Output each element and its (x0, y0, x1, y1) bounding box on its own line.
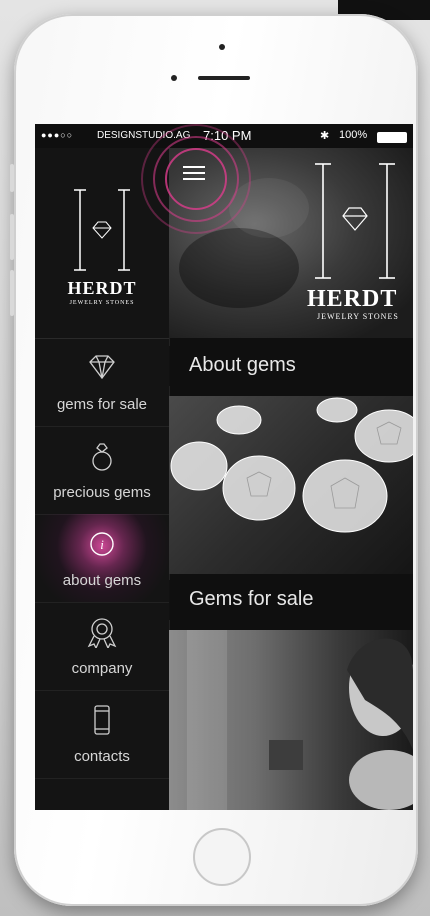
section-title-text: Gems for sale (189, 588, 314, 610)
sidebar: HERDT JEWELRY STONES gems for sale preci… (35, 148, 170, 810)
sidebar-item-label: gems for sale (56, 396, 148, 413)
battery-icon (377, 132, 407, 143)
sidebar-item-label: contacts (74, 748, 130, 765)
signal-icon: ●●●○○ (41, 130, 74, 140)
ring-icon (92, 443, 112, 471)
hero-brand-tagline: JEWELRY STONES (317, 312, 399, 321)
hero-brand-name: HERDT (307, 286, 398, 312)
sidebar-item-label: company (71, 660, 133, 677)
sidebar-item-about-gems[interactable]: i about gems (35, 514, 169, 603)
section-gems-for-sale-title[interactable]: Gems for sale (169, 580, 413, 620)
sidebar-item-label: precious gems (53, 484, 151, 501)
svg-text:i: i (100, 537, 104, 552)
brand-tagline: JEWELRY STONES (69, 300, 135, 306)
volume-up-button (10, 214, 14, 260)
gems-illustration (170, 397, 413, 533)
section-about-gems-title[interactable]: About gems (169, 346, 413, 386)
award-ribbon-icon (87, 618, 117, 648)
home-button[interactable] (193, 828, 251, 886)
phone-icon (94, 705, 110, 735)
sidebar-item-company[interactable]: company (35, 602, 169, 691)
front-camera (171, 75, 177, 81)
earpiece-speaker (198, 76, 250, 80)
hamburger-icon[interactable] (183, 166, 205, 180)
bluetooth-icon: ✱ (320, 130, 330, 142)
model-photo[interactable] (169, 630, 413, 810)
info-icon: i (90, 532, 114, 556)
proximity-sensor (219, 44, 225, 50)
brand-name: HERDT (67, 278, 137, 298)
app-screen: ●●●○○ DESIGNSTUDIO.AG 7:10 PM ✱ 100% HER… (35, 124, 413, 810)
sidebar-item-precious-gems[interactable]: precious gems (35, 426, 169, 515)
sidebar-item-label: about gems (62, 572, 142, 589)
section-title-text: About gems (189, 354, 296, 376)
sidebar-item-gems-for-sale[interactable]: gems for sale (35, 338, 169, 427)
model-illustration (187, 630, 413, 810)
diamond-icon (89, 355, 115, 380)
volume-down-button (10, 270, 14, 316)
battery-percent: 100% (339, 129, 368, 141)
sidebar-item-contacts[interactable]: contacts (35, 690, 169, 779)
mute-switch (10, 164, 14, 192)
gems-photo[interactable] (169, 396, 413, 574)
